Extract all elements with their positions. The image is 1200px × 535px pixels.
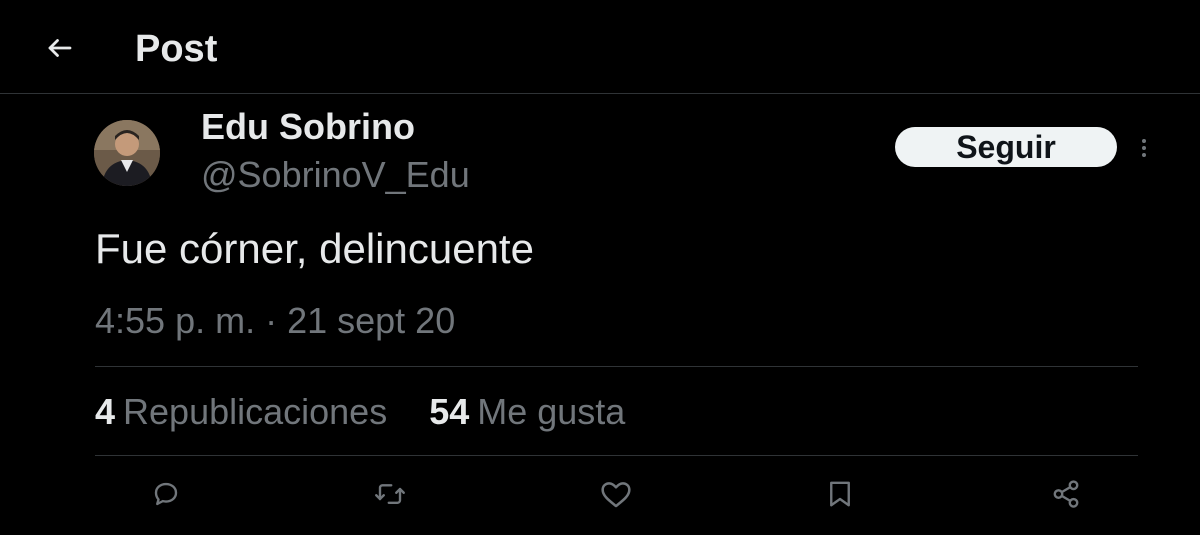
divider bbox=[95, 455, 1138, 456]
likes-count: 54 bbox=[429, 391, 470, 432]
share-button[interactable] bbox=[1046, 474, 1086, 514]
divider bbox=[95, 366, 1138, 367]
follow-button[interactable]: Seguir bbox=[895, 127, 1117, 167]
more-vertical-icon bbox=[1140, 136, 1148, 160]
page-title: Post bbox=[135, 28, 218, 70]
post-timestamp[interactable]: 4:55 p. m. · 21 sept 20 bbox=[95, 297, 455, 345]
avatar[interactable] bbox=[94, 120, 160, 186]
post-text: Fue córner, delincuente bbox=[95, 225, 534, 272]
author-name[interactable]: Edu Sobrino bbox=[201, 105, 415, 149]
reposts-count: 4 bbox=[95, 391, 116, 432]
reply-button[interactable] bbox=[146, 474, 186, 514]
share-icon bbox=[1051, 479, 1081, 509]
likes-stat[interactable]: 54 Me gusta bbox=[429, 388, 625, 436]
bookmark-button[interactable] bbox=[820, 474, 860, 514]
post-page: Post Edu Sobrino @SobrinoV_Edu Seguir Fu… bbox=[0, 0, 1200, 535]
back-button[interactable] bbox=[38, 26, 82, 70]
likes-label: Me gusta bbox=[477, 391, 626, 432]
reposts-label: Republicaciones bbox=[123, 391, 388, 432]
arrow-left-icon bbox=[45, 33, 75, 63]
repost-icon bbox=[373, 479, 407, 509]
author-handle[interactable]: @SobrinoV_Edu bbox=[201, 153, 470, 197]
engagement-stats: 4 Republicaciones 54 Me gusta bbox=[95, 388, 625, 436]
more-options-button[interactable] bbox=[1130, 132, 1158, 164]
like-button[interactable] bbox=[596, 474, 636, 514]
heart-icon bbox=[600, 479, 632, 509]
top-bar: Post bbox=[0, 0, 1200, 94]
reply-icon bbox=[151, 479, 181, 509]
bookmark-icon bbox=[827, 479, 853, 509]
reposts-stat[interactable]: 4 Republicaciones bbox=[95, 388, 387, 436]
repost-button[interactable] bbox=[370, 474, 410, 514]
